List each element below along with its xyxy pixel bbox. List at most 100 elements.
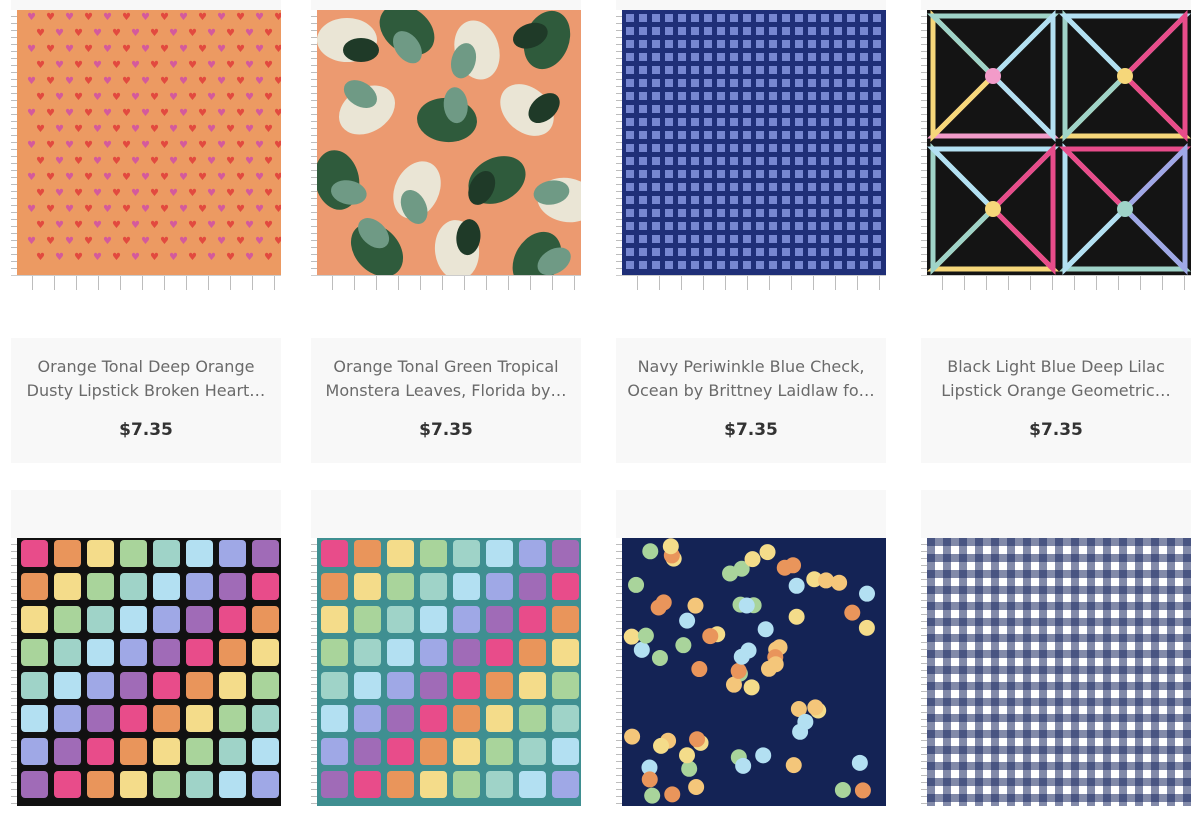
svg-text:♥: ♥ [207,92,216,103]
svg-text:♥: ♥ [179,204,188,215]
svg-text:♥: ♥ [169,92,178,103]
product-card[interactable]: Black Light Blue Deep Lilac Lipstick Ora… [921,0,1191,463]
svg-text:♥: ♥ [160,44,169,55]
svg-text:♥: ♥ [150,220,159,231]
svg-text:♥: ♥ [160,172,169,183]
product-card[interactable] [11,490,281,820]
product-card[interactable] [616,490,886,820]
svg-text:♥: ♥ [27,140,36,151]
svg-text:♥: ♥ [169,156,178,167]
svg-text:♥: ♥ [122,44,131,55]
svg-text:♥: ♥ [36,124,45,135]
svg-text:♥: ♥ [207,156,216,167]
fabric-swatch [622,10,886,276]
product-title[interactable]: Black Light Blue Deep Lilac Lipstick Ora… [929,355,1183,403]
ruler [921,275,1191,290]
svg-text:♥: ♥ [198,172,207,183]
product-image[interactable] [11,538,281,820]
product-price: $7.35 [1029,420,1083,440]
product-card[interactable] [311,490,581,820]
svg-text:♥: ♥ [103,76,112,87]
svg-text:♥: ♥ [141,44,150,55]
product-card[interactable]: Navy Periwinkle Blue Check, Ocean by Bri… [616,0,886,463]
svg-text:♥: ♥ [217,172,226,183]
svg-text:♥: ♥ [188,188,197,199]
svg-text:♥: ♥ [150,156,159,167]
svg-text:♥: ♥ [255,172,264,183]
svg-text:♥: ♥ [198,44,207,55]
svg-text:♥: ♥ [36,188,45,199]
svg-text:♥: ♥ [55,92,64,103]
svg-text:♥: ♥ [112,28,121,39]
svg-text:♥: ♥ [65,76,74,87]
svg-text:♥: ♥ [179,12,188,23]
svg-text:♥: ♥ [255,44,264,55]
svg-text:♥: ♥ [188,156,197,167]
svg-text:♥: ♥ [150,124,159,135]
ruler [616,275,886,290]
svg-text:♥: ♥ [188,220,197,231]
product-image[interactable] [311,538,581,820]
svg-text:♥: ♥ [65,140,74,151]
svg-text:♥: ♥ [103,12,112,23]
product-card[interactable]: ♥ ♥ ♥ ♥ ♥ ♥ ♥ ♥ ♥ ♥ ♥ ♥ ♥ ♥ ♥ ♥ ♥ ♥ ♥ ♥ ♥ ♥ ♥ ♥ ♥ ♥ ♥ ♥ ♥ ♥ ♥ ♥ ♥ ♥ ♥ ♥ ♥ ♥ ♥ ♥… [11,0,281,463]
svg-text:♥: ♥ [65,44,74,55]
svg-text:♥: ♥ [264,92,273,103]
svg-text:♥: ♥ [103,108,112,119]
product-grid: ♥ ♥ ♥ ♥ ♥ ♥ ♥ ♥ ♥ ♥ ♥ ♥ ♥ ♥ ♥ ♥ ♥ ♥ ♥ ♥ ♥ ♥ ♥ ♥ ♥ ♥ ♥ ♥ ♥ ♥ ♥ ♥ ♥ ♥ ♥ ♥ ♥ ♥ ♥ ♥… [0,0,1200,820]
svg-text:♥: ♥ [122,12,131,23]
svg-text:♥: ♥ [103,204,112,215]
svg-text:♥: ♥ [122,108,131,119]
svg-text:♥: ♥ [84,236,93,247]
svg-text:♥: ♥ [112,252,121,263]
svg-text:♥: ♥ [131,156,140,167]
svg-text:♥: ♥ [55,124,64,135]
product-image[interactable] [616,10,886,290]
svg-text:♥: ♥ [122,236,131,247]
product-card[interactable]: Orange Tonal Green Tropical Monstera Lea… [311,0,581,463]
product-price: $7.35 [419,420,473,440]
fabric-swatch [927,538,1191,806]
svg-text:♥: ♥ [36,252,45,263]
product-title[interactable]: Orange Tonal Green Tropical Monstera Lea… [319,355,573,403]
product-title[interactable]: Navy Periwinkle Blue Check, Ocean by Bri… [624,355,878,403]
product-card[interactable] [921,490,1191,820]
product-image[interactable] [311,10,581,290]
svg-text:♥: ♥ [55,220,64,231]
svg-text:♥: ♥ [245,252,254,263]
product-image[interactable] [921,538,1191,820]
fabric-swatch [622,538,886,806]
svg-text:♥: ♥ [122,140,131,151]
svg-text:♥: ♥ [122,204,131,215]
svg-text:♥: ♥ [150,60,159,71]
product-image[interactable] [921,10,1191,290]
fabric-swatch: ♥ ♥ ♥ ♥ ♥ ♥ ♥ ♥ ♥ ♥ ♥ ♥ ♥ ♥♥ ♥ ♥ ♥ ♥ ♥ ♥ ♥ ♥ ♥ ♥ ♥ ♥♥ ♥ ♥ ♥ ♥ ♥ ♥ ♥ ♥ ♥ ♥ ♥ ♥… [17,10,281,276]
svg-text:♥: ♥ [160,76,169,87]
svg-text:♥: ♥ [245,156,254,167]
svg-text:♥: ♥ [141,76,150,87]
svg-text:♥: ♥ [46,44,55,55]
svg-text:♥: ♥ [46,108,55,119]
svg-text:♥: ♥ [264,252,273,263]
svg-text:♥: ♥ [112,60,121,71]
svg-text:♥: ♥ [274,44,281,55]
product-title[interactable]: Orange Tonal Deep Orange Dusty Lipstick … [19,355,273,403]
svg-text:♥: ♥ [141,204,150,215]
svg-text:♥: ♥ [93,156,102,167]
svg-text:♥: ♥ [207,252,216,263]
svg-text:♥: ♥ [245,60,254,71]
svg-text:♥: ♥ [255,108,264,119]
product-image[interactable] [616,538,886,820]
svg-text:♥: ♥ [27,108,36,119]
svg-text:♥: ♥ [103,172,112,183]
svg-text:♥: ♥ [131,28,140,39]
product-image[interactable]: ♥ ♥ ♥ ♥ ♥ ♥ ♥ ♥ ♥ ♥ ♥ ♥ ♥ ♥ ♥ ♥ ♥ ♥ ♥ ♥ ♥ ♥ ♥ ♥ ♥ ♥ ♥ ♥ ♥ ♥ ♥ ♥ ♥ ♥ ♥ ♥ ♥ ♥ ♥ ♥… [11,10,281,290]
svg-text:♥: ♥ [103,44,112,55]
svg-text:♥: ♥ [274,172,281,183]
svg-text:♥: ♥ [188,60,197,71]
svg-text:♥: ♥ [93,92,102,103]
fabric-swatch [317,538,581,806]
svg-text:♥: ♥ [217,108,226,119]
svg-text:♥: ♥ [226,220,235,231]
svg-text:♥: ♥ [74,156,83,167]
